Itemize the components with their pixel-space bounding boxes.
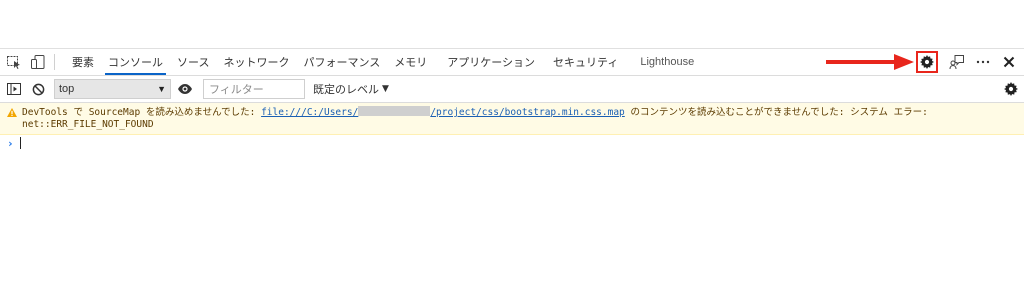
log-levels-dropdown[interactable]: 既定のレベル ▼ bbox=[313, 81, 389, 97]
redacted-username bbox=[358, 106, 431, 116]
tab-memory[interactable]: メモリ bbox=[387, 49, 434, 75]
tab-lighthouse[interactable]: Lighthouse bbox=[633, 49, 701, 75]
console-warning-message: DevTools で SourceMap を読み込めませんでした: file:/… bbox=[0, 103, 1024, 135]
tab-security[interactable]: セキュリティ bbox=[546, 49, 625, 75]
tab-sources[interactable]: ソース bbox=[170, 49, 216, 75]
context-value: top bbox=[59, 83, 75, 95]
console-prompt[interactable]: › bbox=[0, 135, 1024, 151]
inspect-element-icon[interactable] bbox=[2, 49, 26, 75]
clear-console-icon[interactable] bbox=[26, 76, 50, 102]
highlight-box bbox=[916, 51, 938, 73]
tab-elements[interactable]: 要素 bbox=[65, 49, 101, 75]
annotation-arrow-icon bbox=[826, 54, 914, 70]
sourcemap-link[interactable]: file:///C:/Users/ /project/css/bootstrap.… bbox=[261, 106, 625, 118]
gear-icon bbox=[1004, 82, 1018, 96]
console-settings-button[interactable] bbox=[1004, 76, 1018, 102]
chevron-down-icon: ▼ bbox=[382, 84, 389, 94]
warning-icon bbox=[7, 108, 17, 117]
gear-icon bbox=[920, 55, 934, 69]
chevron-down-icon: ▼ bbox=[157, 84, 166, 94]
console-toolbar: top ▼ 既定のレベル ▼ bbox=[0, 76, 1024, 103]
filter-input[interactable] bbox=[203, 79, 305, 99]
sourcemap-link-end: /project/css/bootstrap.min.css.map bbox=[430, 107, 625, 118]
more-icon[interactable] bbox=[970, 49, 996, 75]
show-sidebar-icon[interactable] bbox=[2, 76, 26, 102]
tabbar-actions bbox=[914, 49, 1024, 75]
toolbar-divider bbox=[54, 54, 55, 70]
tab-network[interactable]: ネットワーク bbox=[216, 49, 296, 75]
feedback-icon[interactable] bbox=[944, 49, 970, 75]
context-selector[interactable]: top ▼ bbox=[54, 79, 171, 99]
sourcemap-link-start: file:///C:/Users/ bbox=[261, 107, 359, 118]
prompt-chevron-icon: › bbox=[7, 136, 14, 150]
tab-list: 要素 コンソール ソース ネットワーク パフォーマンス メモリ アプリケーション… bbox=[65, 49, 701, 75]
log-levels-label: 既定のレベル bbox=[313, 83, 379, 96]
eye-icon[interactable] bbox=[173, 76, 197, 102]
tab-performance[interactable]: パフォーマンス bbox=[296, 49, 387, 75]
settings-button[interactable] bbox=[914, 49, 940, 75]
device-toolbar-icon[interactable] bbox=[26, 49, 50, 75]
warning-text-prefix: DevTools で SourceMap を読み込めませんでした: bbox=[22, 107, 262, 118]
tab-application[interactable]: アプリケーション bbox=[440, 49, 542, 75]
tab-console[interactable]: コンソール bbox=[101, 49, 170, 75]
text-cursor bbox=[19, 137, 21, 149]
close-icon[interactable] bbox=[996, 49, 1022, 75]
